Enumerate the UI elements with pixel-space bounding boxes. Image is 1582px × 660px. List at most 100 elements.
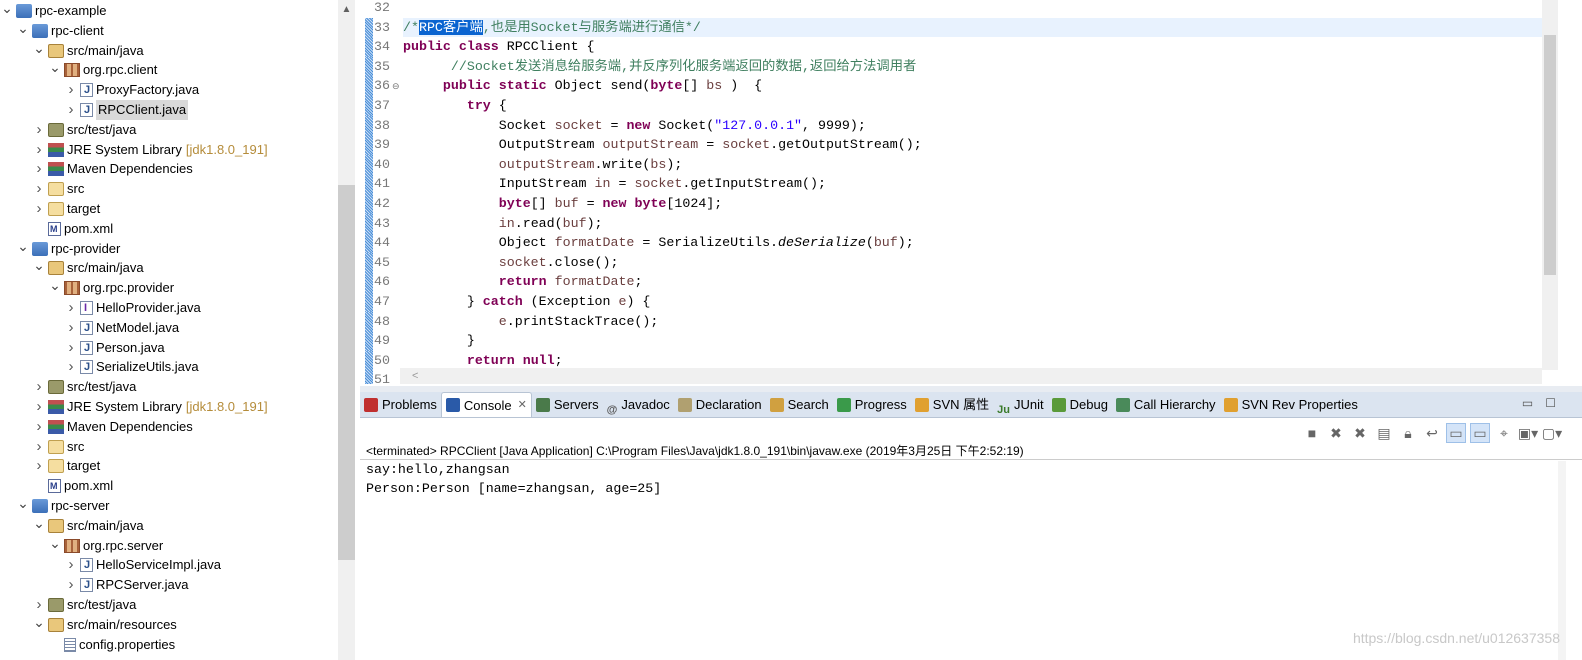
terminate-icon[interactable]: ■	[1302, 423, 1322, 443]
chevron-right-icon[interactable]: ›	[64, 575, 78, 595]
show-on-stderr-icon[interactable]: ▭	[1470, 423, 1490, 443]
tab-servers[interactable]: Servers	[532, 392, 603, 417]
tree-item[interactable]: pom.xml	[32, 476, 113, 496]
chevron-right-icon[interactable]: ›	[32, 179, 46, 199]
chevron-down-icon[interactable]: ⌄	[48, 57, 62, 77]
tree-item[interactable]: ⌄ org.rpc.provider	[48, 275, 174, 298]
scroll-up-icon[interactable]: ▲	[338, 4, 355, 15]
chevron-right-icon[interactable]: ›	[64, 318, 78, 338]
tree-item[interactable]: ⌄ src/main/resources	[32, 612, 177, 635]
chevron-right-icon[interactable]: ›	[64, 100, 78, 120]
tree-item[interactable]: › JRE System Library [jdk1.8.0_191]	[32, 140, 268, 160]
code-line[interactable]: InputStream in = socket.getInputStream()…	[403, 174, 1542, 194]
tab-call-hierarchy[interactable]: Call Hierarchy	[1112, 392, 1220, 417]
chevron-down-icon[interactable]: ⌄	[32, 38, 46, 58]
tree-item[interactable]: › Maven Dependencies	[32, 417, 193, 437]
tree-item[interactable]: › RPCClient.java	[64, 100, 189, 120]
tab-svn-[interactable]: SVN 属性	[911, 392, 993, 417]
word-wrap-icon[interactable]: ↩	[1422, 423, 1442, 443]
tree-item[interactable]: › RPCServer.java	[64, 575, 189, 595]
tree-item[interactable]: › SerializeUtils.java	[64, 357, 199, 377]
chevron-down-icon[interactable]: ⌄	[0, 0, 14, 18]
open-console-icon[interactable]: ▢▾	[1542, 423, 1562, 443]
tree-item[interactable]: › HelloServiceImpl.java	[64, 555, 222, 575]
code-line[interactable]: /*RPC客户端,也是用Socket与服务端进行通信*/	[403, 17, 1542, 38]
tab-console[interactable]: Console ✕	[440, 392, 532, 418]
tab-debug[interactable]: Debug	[1048, 392, 1112, 417]
chevron-down-icon[interactable]: ⌄	[16, 236, 30, 256]
tree-item[interactable]: › Maven Dependencies	[32, 159, 193, 179]
minimize-icon[interactable]: ▭	[1522, 396, 1545, 410]
chevron-right-icon[interactable]: ›	[32, 456, 46, 476]
code-line[interactable]: OutputStream outputStream = socket.getOu…	[403, 135, 1542, 155]
tab-search[interactable]: Search	[766, 392, 833, 417]
chevron-right-icon[interactable]: ›	[64, 298, 78, 318]
tree-item[interactable]: config.properties	[48, 635, 175, 655]
tree-item[interactable]: › src/test/java	[32, 595, 137, 615]
pin-console-icon[interactable]: ⌖	[1494, 423, 1514, 443]
tree-item[interactable]: ⌄ org.rpc.server	[48, 533, 163, 556]
code-line[interactable]: byte[] buf = new byte[1024];	[403, 194, 1542, 214]
show-on-stdout-icon[interactable]: ▭	[1446, 423, 1466, 443]
display-console-icon[interactable]: ▣▾	[1518, 423, 1538, 443]
chevron-down-icon[interactable]: ⌄	[16, 18, 30, 38]
code-line[interactable]: in.read(buf);	[403, 214, 1542, 234]
fold-collapse-icon[interactable]: ⊖	[392, 81, 400, 92]
tree-item[interactable]: › src	[32, 437, 85, 457]
tree-item[interactable]: › target	[32, 199, 101, 219]
tree-item[interactable]: › ProxyFactory.java	[64, 80, 200, 100]
scroll-left-icon[interactable]: <	[412, 370, 418, 382]
code-line[interactable]: public class RPCClient {	[403, 37, 1542, 57]
chevron-down-icon[interactable]: ⌄	[48, 533, 62, 553]
close-icon[interactable]: ✕	[518, 393, 527, 418]
code-line[interactable]: //Socket发送消息给服务端,并反序列化服务端返回的数据,返回给方法调用者	[403, 57, 1542, 77]
chevron-right-icon[interactable]: ›	[64, 555, 78, 575]
tree-item[interactable]: › src	[32, 179, 85, 199]
code-line[interactable]: socket.close();	[403, 253, 1542, 273]
tree-item[interactable]: ⌄ rpc-client	[16, 18, 104, 41]
chevron-down-icon[interactable]: ⌄	[48, 275, 62, 295]
chevron-right-icon[interactable]: ›	[32, 159, 46, 179]
remove-all-launches-icon[interactable]: ✖	[1350, 423, 1370, 443]
clear-console-icon[interactable]: ▤	[1374, 423, 1394, 443]
code-line[interactable]: outputStream.write(bs);	[403, 155, 1542, 175]
code-line[interactable]	[403, 0, 1542, 18]
tree-item[interactable]: pom.xml	[32, 219, 113, 239]
chevron-right-icon[interactable]: ›	[64, 80, 78, 100]
chevron-down-icon[interactable]: ⌄	[16, 493, 30, 513]
chevron-right-icon[interactable]: ›	[32, 140, 46, 160]
chevron-right-icon[interactable]: ›	[64, 338, 78, 358]
code-line[interactable]: } catch (Exception e) {	[403, 292, 1542, 312]
chevron-down-icon[interactable]: ⌄	[32, 255, 46, 275]
tree-item[interactable]: › src/test/java	[32, 377, 137, 397]
code-line[interactable]: }	[403, 331, 1542, 351]
code-line[interactable]: e.printStackTrace();	[403, 312, 1542, 332]
chevron-right-icon[interactable]: ›	[64, 357, 78, 377]
chevron-right-icon[interactable]: ›	[32, 120, 46, 140]
scrollbar-thumb[interactable]	[338, 185, 355, 560]
chevron-right-icon[interactable]: ›	[32, 417, 46, 437]
scroll-lock-icon[interactable]: 🔒︎	[1398, 423, 1418, 443]
code-line[interactable]: Socket socket = new Socket("127.0.0.1", …	[403, 116, 1542, 136]
code-line[interactable]: try {	[403, 96, 1542, 116]
chevron-right-icon[interactable]: ›	[32, 377, 46, 397]
tree-item[interactable]: › NetModel.java	[64, 318, 180, 338]
tab-junit[interactable]: Ju JUnit	[993, 392, 1047, 417]
tab-declaration[interactable]: Declaration	[674, 392, 766, 417]
maximize-icon[interactable]: ☐	[1545, 396, 1568, 410]
tree-item[interactable]: ⌄ rpc-server	[16, 493, 110, 516]
tree-item[interactable]: › HelloProvider.java	[64, 298, 201, 318]
editor-horizontal-scrollbar[interactable]: <	[400, 368, 1542, 384]
tree-item[interactable]: › JRE System Library [jdk1.8.0_191]	[32, 397, 268, 417]
code-line[interactable]: Object formatDate = SerializeUtils.deSer…	[403, 233, 1542, 253]
tab-problems[interactable]: Problems	[360, 392, 441, 417]
tab-javadoc[interactable]: @ Javadoc	[603, 392, 674, 417]
tree-item[interactable]: › src/test/java	[32, 120, 137, 140]
chevron-down-icon[interactable]: ⌄	[32, 513, 46, 533]
chevron-down-icon[interactable]: ⌄	[32, 612, 46, 632]
chevron-right-icon[interactable]: ›	[32, 397, 46, 417]
chevron-right-icon[interactable]: ›	[32, 437, 46, 457]
tree-item[interactable]: › Person.java	[64, 338, 165, 358]
remove-launch-icon[interactable]: ✖	[1326, 423, 1346, 443]
tree-item[interactable]: ⌄ org.rpc.client	[48, 57, 157, 80]
